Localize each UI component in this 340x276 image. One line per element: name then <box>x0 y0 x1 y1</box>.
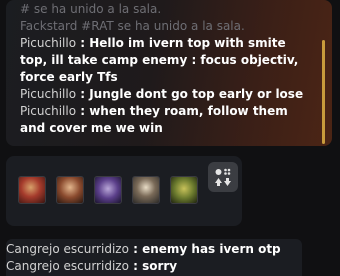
message-author: Cangrejo escurridizo <box>6 242 129 256</box>
message-text: Jungle dont go top early or lose <box>89 87 304 101</box>
message-separator: : <box>76 104 90 118</box>
swap-positions-icon <box>215 168 231 186</box>
message-author: Picuchillo <box>20 87 77 101</box>
champ-select-screen: # se ha unido a la sala. Fackstard #RAT … <box>0 0 340 276</box>
system-message: Fackstard #RAT se ha unido a la sala. <box>20 19 245 33</box>
system-message: # se ha unido a la sala. <box>20 2 162 16</box>
chat-message: Picuchillo : when they roam, follow them… <box>20 103 316 137</box>
chat-log-panel-secondary[interactable]: Cangrejo escurridizo : enemy has ivern o… <box>6 239 302 276</box>
message-text: enemy has ivern otp <box>142 242 281 256</box>
chat-lines: Cangrejo escurridizo : enemy has ivern o… <box>6 241 281 275</box>
chat-message: Picuchillo : Jungle dont go top early or… <box>20 86 316 103</box>
message-author: Picuchillo <box>20 36 77 50</box>
message-separator: : <box>128 259 143 273</box>
champion-portrait[interactable] <box>94 176 122 204</box>
chat-lines: # se ha unido a la sala. Fackstard #RAT … <box>20 1 316 137</box>
chat-scrollbar[interactable] <box>322 40 325 144</box>
champion-portrait[interactable] <box>56 176 84 204</box>
champion-portrait[interactable] <box>170 176 198 204</box>
champion-portrait[interactable] <box>132 176 160 204</box>
message-separator: : <box>128 242 143 256</box>
message-text: sorry <box>142 259 178 273</box>
champion-portrait[interactable] <box>18 176 46 204</box>
team-portraits-panel <box>6 156 242 226</box>
swap-positions-button[interactable] <box>208 162 238 192</box>
message-author: Picuchillo <box>20 104 77 118</box>
chat-message: Cangrejo escurridizo : sorry <box>6 258 281 275</box>
chat-log-panel[interactable]: # se ha unido a la sala. Fackstard #RAT … <box>6 0 332 146</box>
chat-message: Picuchillo : Hello im ivern top with smi… <box>20 35 316 86</box>
portrait-row <box>18 176 198 204</box>
message-separator: : <box>76 36 90 50</box>
chat-message: Cangrejo escurridizo : enemy has ivern o… <box>6 241 281 258</box>
message-separator: : <box>76 87 90 101</box>
message-author: Cangrejo escurridizo <box>6 259 129 273</box>
